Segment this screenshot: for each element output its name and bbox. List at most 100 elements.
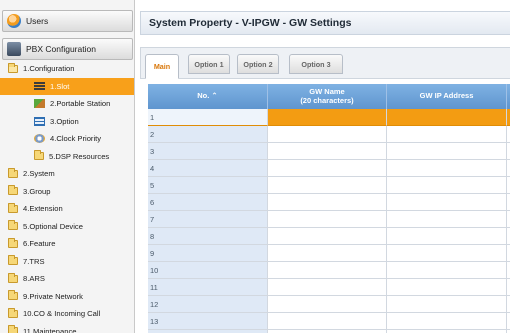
table-row[interactable]: 13 — [148, 313, 510, 330]
folder-icon — [8, 272, 18, 283]
column-header-gw-ip-address[interactable]: GW IP Address — [387, 84, 507, 109]
app-window: Users PBX Configuration 1.Configuration 1… — [0, 0, 510, 333]
table-row[interactable]: 5 — [148, 177, 510, 194]
tree-item-label: 3.Option — [50, 116, 79, 126]
users-label: Users — [26, 16, 49, 26]
row-number-cell[interactable]: 6 — [148, 194, 268, 211]
gw-ip-address-cell[interactable] — [387, 143, 507, 160]
gw-name-cell[interactable] — [268, 177, 387, 194]
table-row[interactable]: 12 — [148, 296, 510, 313]
table-row[interactable]: 4 — [148, 160, 510, 177]
gw-name-cell[interactable] — [268, 194, 387, 211]
tree-item-1-slot[interactable]: 1.Slot — [0, 77, 134, 95]
folder-icon — [34, 150, 44, 161]
gw-ip-address-cell[interactable] — [387, 245, 507, 262]
clock-priority-icon — [34, 134, 45, 144]
table-row[interactable]: 1 — [148, 109, 510, 126]
gw-ip-address-cell[interactable] — [387, 109, 507, 126]
tree-item-7-trs[interactable]: 7.TRS — [0, 253, 134, 271]
gw-name-cell[interactable] — [268, 211, 387, 228]
table-row[interactable]: 11 — [148, 279, 510, 296]
tree-item-10-co-incoming-call[interactable]: 10.CO & Incoming Call — [0, 305, 134, 323]
gw-ip-address-cell[interactable] — [387, 279, 507, 296]
gw-name-cell[interactable] — [268, 143, 387, 160]
folder-icon — [8, 167, 18, 178]
row-number-cell[interactable]: 2 — [148, 126, 268, 143]
tree-item-label: 4.Clock Priority — [50, 134, 102, 144]
gw-ip-address-cell[interactable] — [387, 194, 507, 211]
tab-option-3[interactable]: Option 3 — [289, 54, 343, 74]
gw-name-cell[interactable] — [268, 245, 387, 262]
tree-item-label: 6.Feature — [23, 239, 56, 249]
gw-name-cell[interactable] — [268, 126, 387, 143]
tree-item-label: 5.Optional Device — [23, 221, 83, 231]
gw-ip-address-cell[interactable] — [387, 228, 507, 245]
tab-option-2[interactable]: Option 2 — [237, 54, 279, 74]
gw-name-cell[interactable] — [268, 262, 387, 279]
tree-item-4-extension[interactable]: 4.Extension — [0, 200, 134, 218]
folder-icon — [8, 220, 18, 231]
gw-name-cell[interactable] — [268, 296, 387, 313]
row-number-cell[interactable]: 13 — [148, 313, 268, 330]
tree-item-9-private-network[interactable]: 9.Private Network — [0, 288, 134, 306]
tree-item-5-dsp-resources[interactable]: 5.DSP Resources — [0, 148, 134, 166]
tree-item-3-group[interactable]: 3.Group — [0, 183, 134, 201]
row-number-cell[interactable]: 12 — [148, 296, 268, 313]
users-panel-header[interactable]: Users — [2, 10, 133, 32]
folder-icon — [8, 325, 18, 333]
tree-item-8-ars[interactable]: 8.ARS — [0, 270, 134, 288]
column-header-gw-name[interactable]: GW Name (20 characters) — [268, 84, 387, 109]
tree-item-1-configuration[interactable]: 1.Configuration — [0, 60, 134, 78]
tree-item-label: 2.Portable Station — [50, 99, 111, 109]
tree-item-4-clock-priority[interactable]: 4.Clock Priority — [0, 130, 134, 148]
gw-name-cell[interactable] — [268, 313, 387, 330]
tree-item-2-portable-station[interactable]: 2.Portable Station — [0, 95, 134, 113]
row-number-cell[interactable]: 8 — [148, 228, 268, 245]
page-title: System Property - V-IPGW - GW Settings — [140, 11, 510, 35]
option-list-icon — [34, 116, 45, 126]
gw-name-cell[interactable] — [268, 279, 387, 296]
row-number-cell[interactable]: 5 — [148, 177, 268, 194]
gw-ip-address-cell[interactable] — [387, 177, 507, 194]
tree-item-5-optional-device[interactable]: 5.Optional Device — [0, 218, 134, 236]
row-number-cell[interactable]: 7 — [148, 211, 268, 228]
table-row[interactable]: 6 — [148, 194, 510, 211]
tree-item-label: 8.ARS — [23, 274, 45, 284]
row-number-cell[interactable]: 10 — [148, 262, 268, 279]
slot-grid-icon — [34, 81, 45, 91]
row-number-cell[interactable]: 4 — [148, 160, 268, 177]
gw-name-cell[interactable] — [268, 228, 387, 245]
tree-item-2-system[interactable]: 2.System — [0, 165, 134, 183]
gw-ip-address-cell[interactable] — [387, 211, 507, 228]
row-number-cell[interactable]: 11 — [148, 279, 268, 296]
row-number-cell[interactable]: 9 — [148, 245, 268, 262]
tab-main[interactable]: Main — [145, 54, 179, 79]
gw-settings-table: No. ⌃ GW Name (20 characters) GW IP Addr… — [148, 84, 510, 333]
gw-ip-address-cell[interactable] — [387, 126, 507, 143]
gw-name-cell[interactable] — [268, 109, 387, 126]
tree-item-3-option[interactable]: 3.Option — [0, 113, 134, 131]
portable-station-icon — [34, 99, 45, 109]
row-number-cell[interactable]: 3 — [148, 143, 268, 160]
column-header-no[interactable]: No. ⌃ — [148, 84, 268, 109]
tree-item-label: 3.Group — [23, 186, 51, 196]
gw-ip-address-cell[interactable] — [387, 262, 507, 279]
gw-ip-address-cell[interactable] — [387, 313, 507, 330]
tree-item-label: 11.Maintenance — [23, 326, 77, 333]
tree-item-11-maintenance[interactable]: 11.Maintenance — [0, 323, 134, 333]
tab-option-1[interactable]: Option 1 — [188, 54, 230, 74]
table-row[interactable]: 3 — [148, 143, 510, 160]
table-row[interactable]: 10 — [148, 262, 510, 279]
tree-item-label: 9.Private Network — [23, 291, 83, 301]
folder-icon — [8, 307, 18, 318]
table-row[interactable]: 9 — [148, 245, 510, 262]
row-number-cell[interactable]: 1 — [148, 109, 268, 126]
table-row[interactable]: 2 — [148, 126, 510, 143]
tree-item-6-feature[interactable]: 6.Feature — [0, 235, 134, 253]
pbx-configuration-panel-header[interactable]: PBX Configuration — [2, 38, 133, 60]
gw-ip-address-cell[interactable] — [387, 160, 507, 177]
gw-name-cell[interactable] — [268, 160, 387, 177]
table-row[interactable]: 8 — [148, 228, 510, 245]
gw-ip-address-cell[interactable] — [387, 296, 507, 313]
table-row[interactable]: 7 — [148, 211, 510, 228]
